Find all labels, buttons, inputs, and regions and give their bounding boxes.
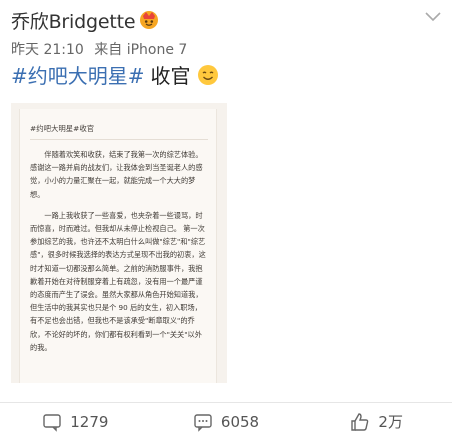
post-time: 昨天 21:10 bbox=[11, 42, 84, 58]
post-body: 收官 bbox=[150, 64, 191, 88]
image-title: #约吧大明星#收官 bbox=[30, 124, 95, 133]
image-letter: #约吧大明星#收官 伴随着欢笑和收获，结束了我第一次的综艺体验。感谢这一路并肩的… bbox=[19, 109, 217, 383]
crown-icon[interactable] bbox=[138, 8, 160, 30]
like-count: 2万 bbox=[378, 413, 403, 431]
post-text: #约吧大明星# 收官 bbox=[11, 62, 219, 90]
author-row: 乔欣Bridgette bbox=[11, 7, 452, 33]
chevron-down-icon[interactable] bbox=[424, 9, 442, 23]
comment-button[interactable]: 6058 bbox=[151, 412, 302, 432]
comment-count: 6058 bbox=[220, 412, 260, 431]
repost-count: 1279 bbox=[70, 412, 109, 431]
image-paragraph: 一路上我收获了一些喜爱，也夹杂着一些谩骂，时而惊喜，时而难过。但我却从未停止检视… bbox=[30, 210, 206, 352]
thumbs-up-icon bbox=[350, 412, 370, 432]
comment-icon bbox=[193, 412, 213, 432]
action-bar: 1279 6058 2万 bbox=[0, 402, 452, 440]
hashtag-link[interactable]: #约吧大明星# bbox=[11, 64, 145, 88]
author-name[interactable]: 乔欣Bridgette bbox=[11, 7, 136, 34]
smile-icon bbox=[197, 64, 219, 86]
image-paragraph: 伴随着欢笑和收获，结束了我第一次的综艺体验。感谢这一路并肩的战友们，让我体会到当… bbox=[30, 150, 203, 199]
image-divider bbox=[30, 139, 208, 140]
post-source: 来自 iPhone 7 bbox=[94, 42, 188, 58]
post-image[interactable]: #约吧大明星#收官 伴随着欢笑和收获，结束了我第一次的综艺体验。感谢这一路并肩的… bbox=[11, 103, 227, 383]
repost-icon bbox=[42, 412, 62, 432]
like-button[interactable]: 2万 bbox=[301, 411, 452, 432]
post-header: 乔欣Bridgette 昨天 21:10 来自 iPhone 7 bbox=[11, 7, 452, 63]
repost-button[interactable]: 1279 bbox=[0, 412, 151, 432]
post-meta: 昨天 21:10 来自 iPhone 7 bbox=[11, 39, 193, 59]
